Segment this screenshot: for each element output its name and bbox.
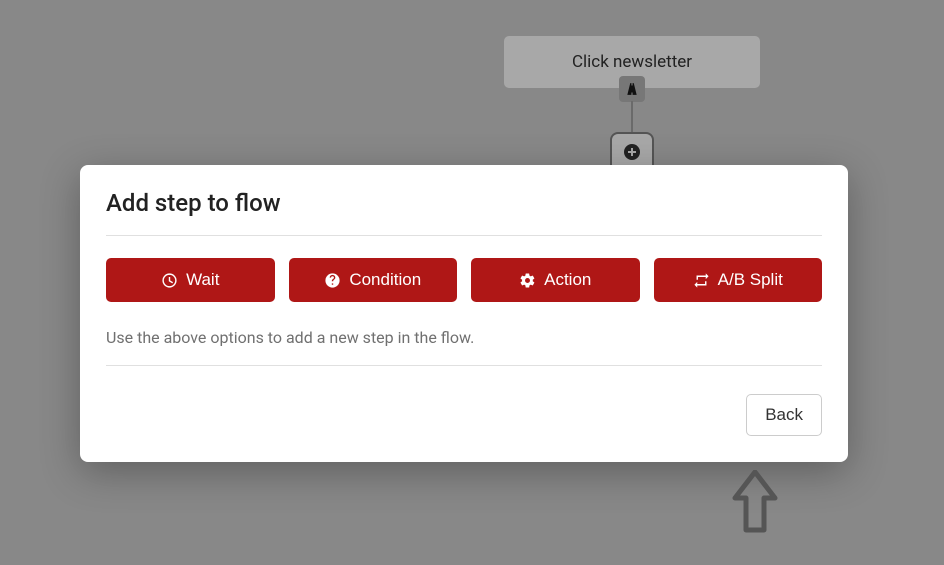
flow-node-click-newsletter[interactable]: Click newsletter xyxy=(503,35,761,89)
question-icon xyxy=(324,272,341,289)
road-icon xyxy=(625,82,639,96)
flow-node-label: Click newsletter xyxy=(572,52,692,72)
modal-footer: Back xyxy=(80,384,848,462)
step-type-buttons: Wait Condition Action A/B Split xyxy=(106,258,822,302)
clock-icon xyxy=(161,272,178,289)
add-step-modal: Add step to flow Wait Condition xyxy=(80,165,848,462)
condition-button[interactable]: Condition xyxy=(289,258,458,302)
condition-label: Condition xyxy=(349,270,421,290)
modal-header: Add step to flow xyxy=(80,165,848,235)
flow-node-badge xyxy=(619,76,645,102)
ab-split-button[interactable]: A/B Split xyxy=(654,258,823,302)
gear-icon xyxy=(519,272,536,289)
plus-icon xyxy=(624,144,640,160)
modal-title: Add step to flow xyxy=(106,189,822,217)
help-text: Use the above options to add a new step … xyxy=(106,328,822,366)
back-button[interactable]: Back xyxy=(746,394,822,436)
action-label: Action xyxy=(544,270,591,290)
wait-button[interactable]: Wait xyxy=(106,258,275,302)
ab-split-label: A/B Split xyxy=(718,270,783,290)
modal-body: Wait Condition Action A/B Split xyxy=(80,236,848,384)
flow-connector xyxy=(631,101,633,133)
action-button[interactable]: Action xyxy=(471,258,640,302)
wait-label: Wait xyxy=(186,270,219,290)
swap-icon xyxy=(693,272,710,289)
